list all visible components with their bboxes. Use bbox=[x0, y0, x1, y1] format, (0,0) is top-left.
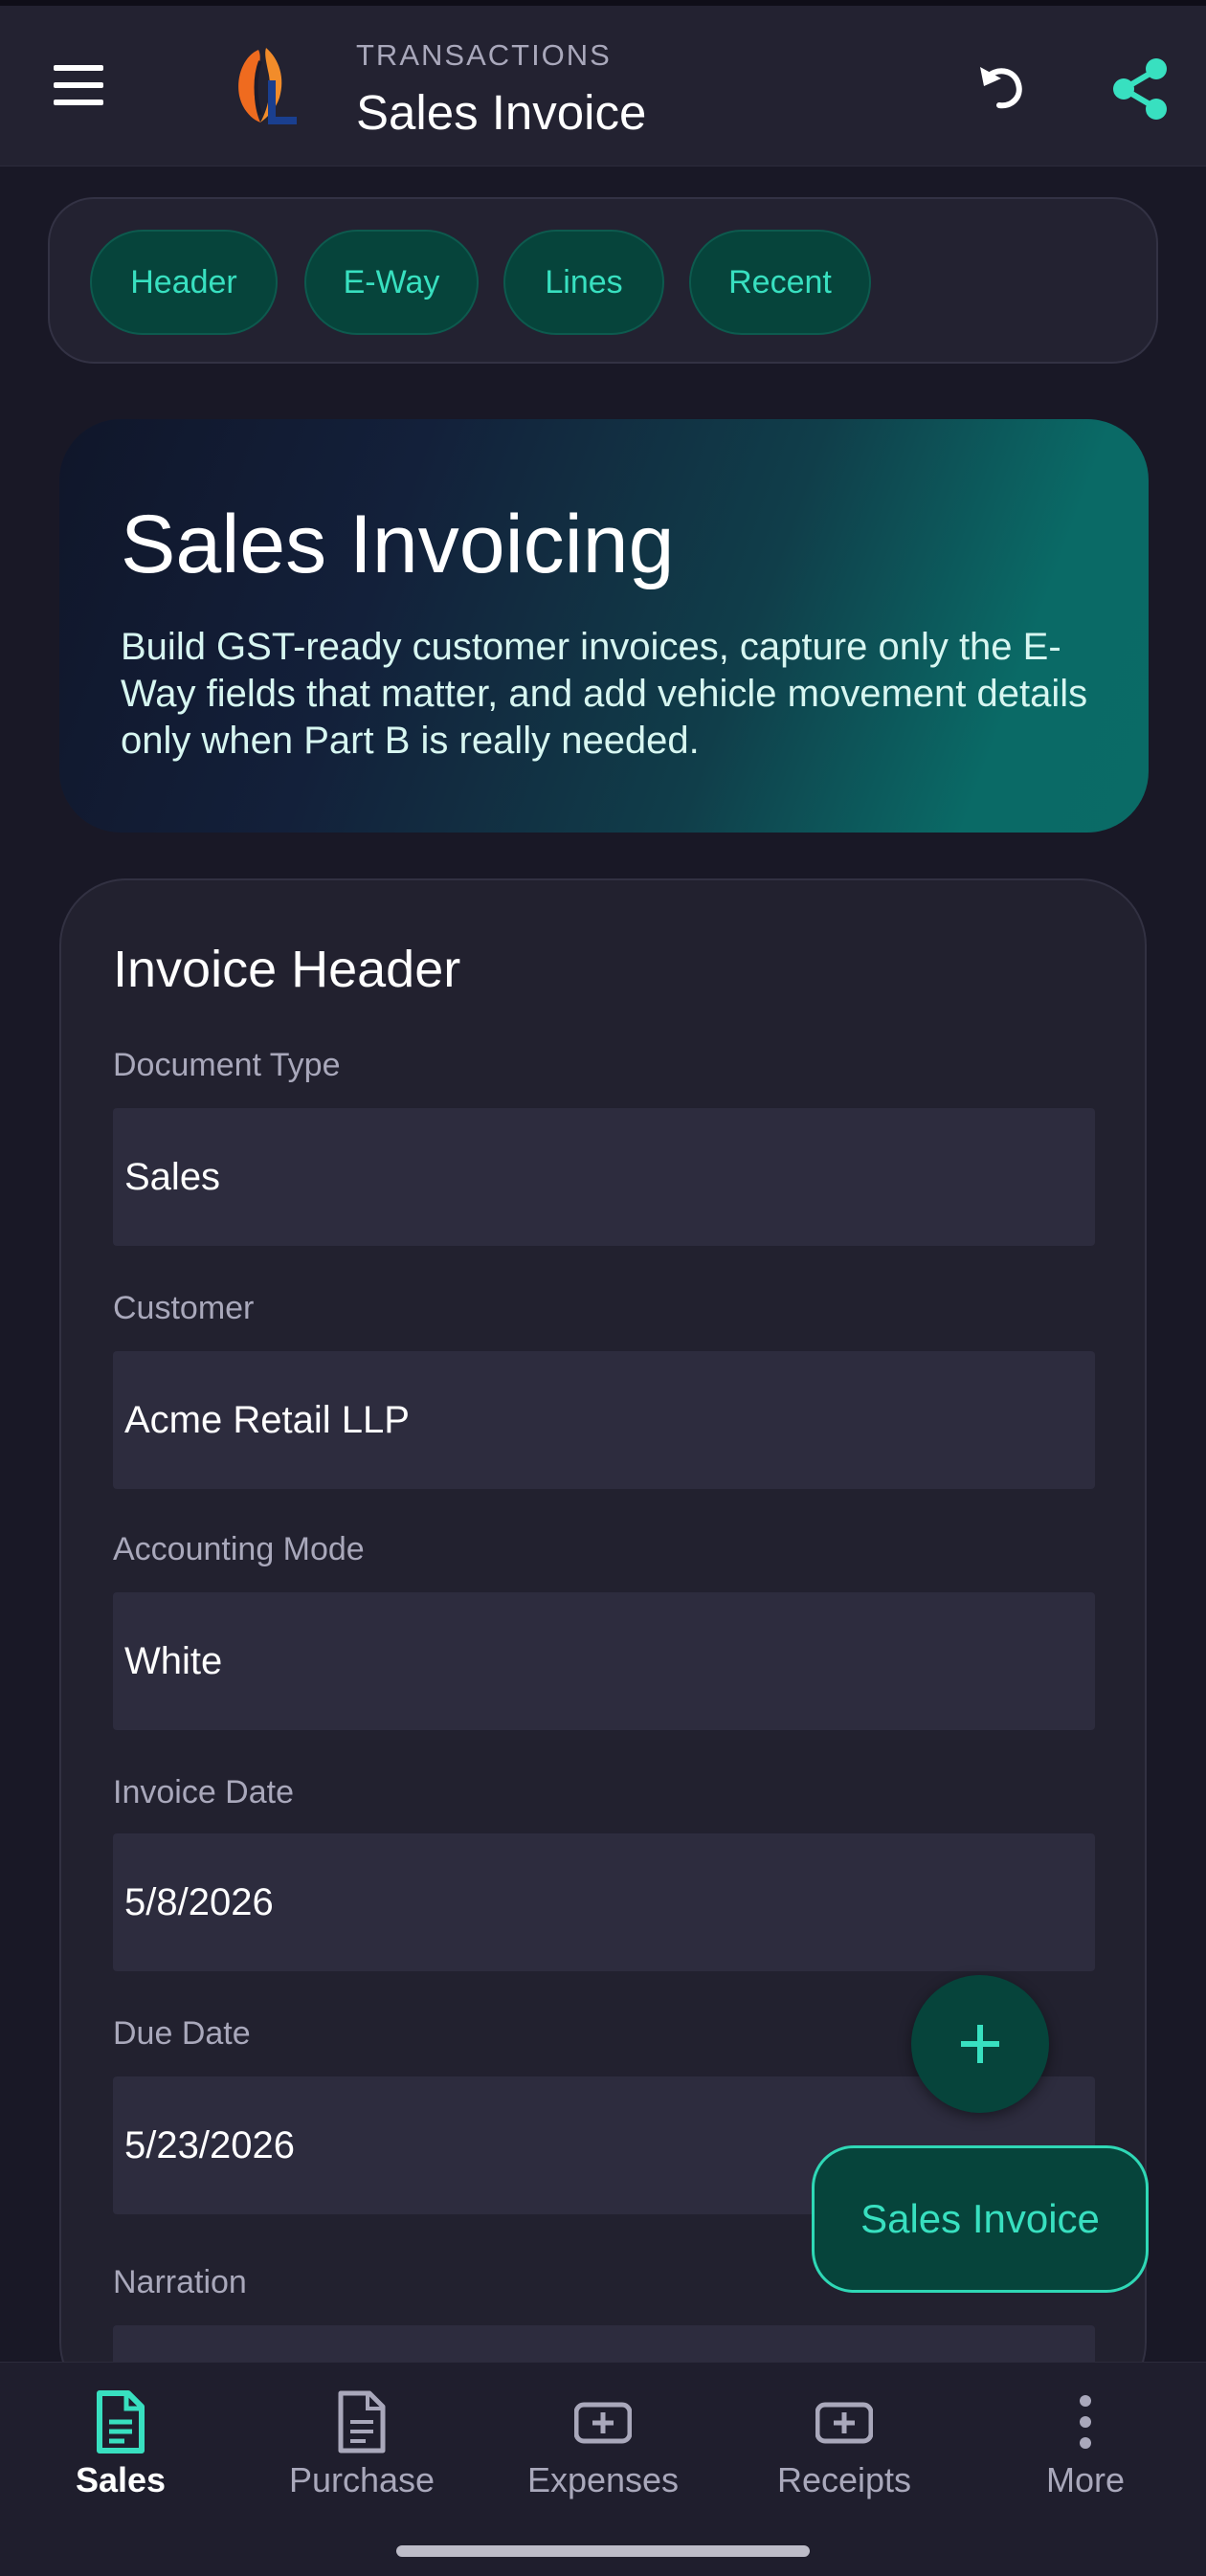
accounting-mode-label: Accounting Mode bbox=[113, 1531, 365, 1567]
hero-description: Build GST-ready customer invoices, captu… bbox=[121, 626, 1088, 762]
nav-sales-label: Sales bbox=[75, 2460, 167, 2499]
more-vertical-icon bbox=[1080, 2395, 1091, 2449]
section-kicker: TRANSACTIONS bbox=[356, 38, 612, 72]
invoice-date-field[interactable]: 5/8/2026 bbox=[113, 1833, 1095, 1971]
chip-header[interactable]: Header bbox=[90, 230, 278, 335]
app-bar: TRANSACTIONS Sales Invoice bbox=[0, 6, 1206, 167]
hero-banner: Sales Invoicing Build GST-ready customer… bbox=[59, 419, 1149, 833]
customer-label: Customer bbox=[113, 1290, 255, 1326]
nav-purchase[interactable]: Purchase bbox=[241, 2363, 482, 2554]
nav-receipts[interactable]: Receipts bbox=[724, 2363, 965, 2554]
nav-receipts-label: Receipts bbox=[776, 2460, 912, 2499]
plus-box-icon bbox=[815, 2402, 873, 2444]
nav-expenses[interactable]: Expenses bbox=[482, 2363, 724, 2554]
narration-label: Narration bbox=[113, 2264, 247, 2300]
chip-recent[interactable]: Recent bbox=[689, 230, 871, 335]
menu-icon[interactable] bbox=[50, 65, 107, 107]
plus-box-icon bbox=[574, 2402, 632, 2444]
due-date-label: Due Date bbox=[113, 2015, 251, 2052]
page-title: Sales Invoice bbox=[356, 85, 647, 140]
nav-more[interactable]: More bbox=[965, 2363, 1206, 2554]
chip-e-way[interactable]: E-Way bbox=[304, 230, 479, 335]
share-icon[interactable] bbox=[1106, 56, 1173, 122]
nav-purchase-label: Purchase bbox=[288, 2460, 436, 2499]
add-fab[interactable] bbox=[911, 1975, 1049, 2113]
undo-icon[interactable] bbox=[967, 52, 1034, 119]
customer-field[interactable]: Acme Retail LLP bbox=[113, 1351, 1095, 1489]
card-title: Invoice Header bbox=[113, 941, 461, 998]
document-icon bbox=[338, 2390, 386, 2454]
bottom-nav: Sales Purchase Expenses Receipts More bbox=[0, 2362, 1206, 2576]
nav-expenses-label: Expenses bbox=[526, 2460, 680, 2499]
document-type-label: Document Type bbox=[113, 1047, 341, 1083]
invoice-date-label: Invoice Date bbox=[113, 1774, 294, 1810]
nav-sales[interactable]: Sales bbox=[0, 2363, 241, 2554]
accounting-mode-field[interactable]: White bbox=[113, 1592, 1095, 1730]
sales-invoice-fab[interactable]: Sales Invoice bbox=[812, 2145, 1149, 2293]
chip-lines[interactable]: Lines bbox=[503, 230, 664, 335]
section-chip-bar: Header E-Way Lines Recent bbox=[48, 197, 1158, 364]
document-type-field[interactable]: Sales bbox=[113, 1108, 1095, 1246]
hero-title: Sales Invoicing bbox=[121, 499, 675, 590]
nav-more-label: More bbox=[1045, 2460, 1126, 2499]
document-icon bbox=[97, 2390, 145, 2454]
home-indicator[interactable] bbox=[396, 2545, 810, 2557]
app-logo bbox=[238, 48, 297, 124]
plus-icon bbox=[961, 2025, 999, 2063]
